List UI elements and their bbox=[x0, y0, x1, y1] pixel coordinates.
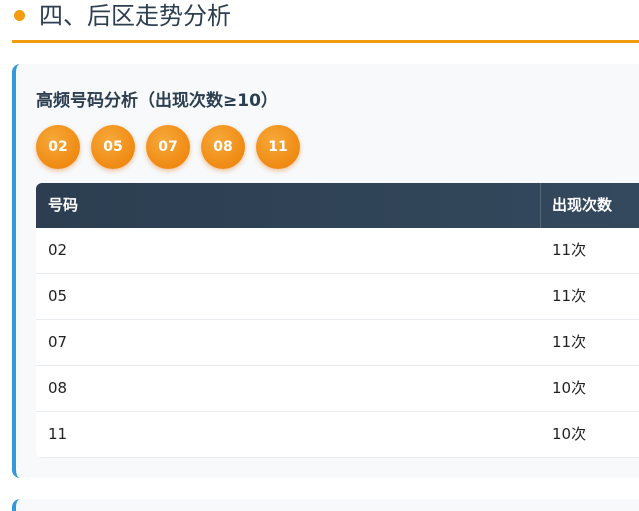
cell-number: 11 bbox=[48, 425, 68, 443]
cell-count: 10次 bbox=[552, 379, 587, 397]
page: 四、后区走势分析 高频号码分析（出现次数≥10） 02 05 07 08 11 … bbox=[0, 0, 639, 511]
number-ball: 07 bbox=[146, 125, 190, 169]
column-header-number: 号码 bbox=[48, 196, 79, 214]
section-bullet-icon bbox=[14, 10, 25, 21]
card-title: 高频号码分析（出现次数≥10） bbox=[36, 91, 278, 111]
table-row: 11 10次 bbox=[36, 412, 639, 458]
section-title: 四、后区走势分析 bbox=[39, 2, 231, 30]
table-row: 08 10次 bbox=[36, 366, 639, 412]
next-card bbox=[12, 499, 639, 511]
section-header: 四、后区走势分析 bbox=[12, 0, 639, 43]
column-divider bbox=[540, 183, 541, 228]
hot-number-analysis-card: 高频号码分析（出现次数≥10） 02 05 07 08 11 号码 出现次数 0… bbox=[12, 64, 639, 478]
cell-number: 02 bbox=[48, 241, 68, 259]
cell-number: 08 bbox=[48, 379, 68, 397]
cell-count: 10次 bbox=[552, 425, 587, 443]
cell-number: 07 bbox=[48, 333, 68, 351]
number-ball: 11 bbox=[256, 125, 300, 169]
cell-count: 11次 bbox=[552, 241, 587, 259]
cell-count: 11次 bbox=[552, 287, 587, 305]
number-ball: 02 bbox=[36, 125, 80, 169]
table-row: 05 11次 bbox=[36, 274, 639, 320]
column-header-count: 出现次数 bbox=[552, 196, 613, 214]
table-row: 07 11次 bbox=[36, 320, 639, 366]
number-ball: 05 bbox=[91, 125, 135, 169]
frequency-table: 号码 出现次数 02 11次 05 11次 07 11次 08 10次 11 1… bbox=[36, 183, 639, 458]
cell-number: 05 bbox=[48, 287, 68, 305]
cell-count: 11次 bbox=[552, 333, 587, 351]
table-header: 号码 出现次数 bbox=[36, 183, 639, 228]
number-ball: 08 bbox=[201, 125, 245, 169]
table-row: 02 11次 bbox=[36, 228, 639, 274]
